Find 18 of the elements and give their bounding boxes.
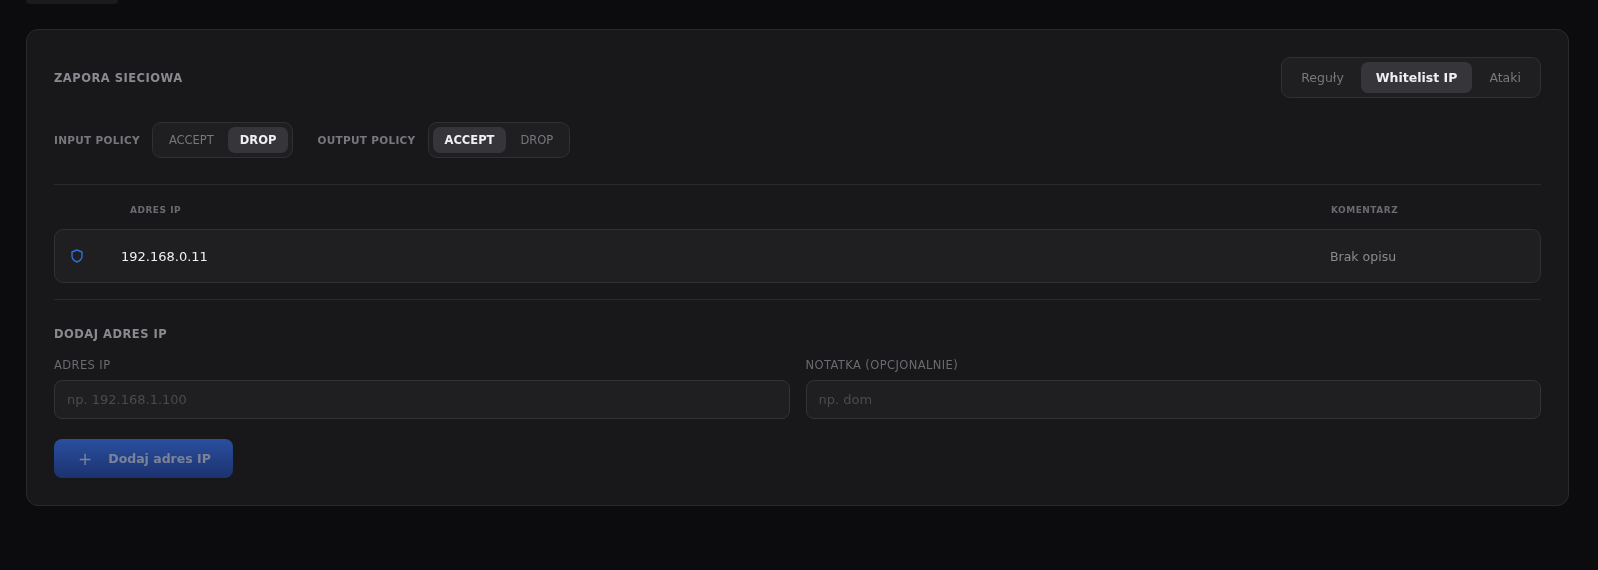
form-title: DODAJ ADRES IP (54, 327, 169, 341)
policy-option[interactable]: ACCEPT (156, 127, 226, 153)
column-header: ADRES IP (130, 205, 183, 215)
comment-text: Brak opisu (1330, 248, 1398, 264)
field-label: NOTATKA (OPCJONALNIE) (805, 358, 960, 372)
shield-icon (71, 249, 83, 263)
policy-option[interactable]: ACCEPT (432, 127, 507, 153)
tab[interactable]: Ataki (1474, 62, 1536, 93)
tab[interactable]: Whitelist IP (1360, 62, 1473, 93)
tab[interactable]: Reguły (1286, 62, 1359, 93)
policy-option[interactable]: DROP (508, 127, 566, 153)
section-title: ZAPORA SIECIOWA (54, 70, 183, 85)
policy-label: INPUT POLICY (54, 134, 140, 146)
field-label: ADRES IP (54, 358, 112, 372)
ip-address: 192.168.0.11 (121, 248, 209, 264)
policy-option[interactable]: DROP (227, 127, 289, 153)
policy-label: OUTPUT POLICY (317, 134, 416, 146)
column-header: KOMENTARZ (1331, 205, 1400, 215)
